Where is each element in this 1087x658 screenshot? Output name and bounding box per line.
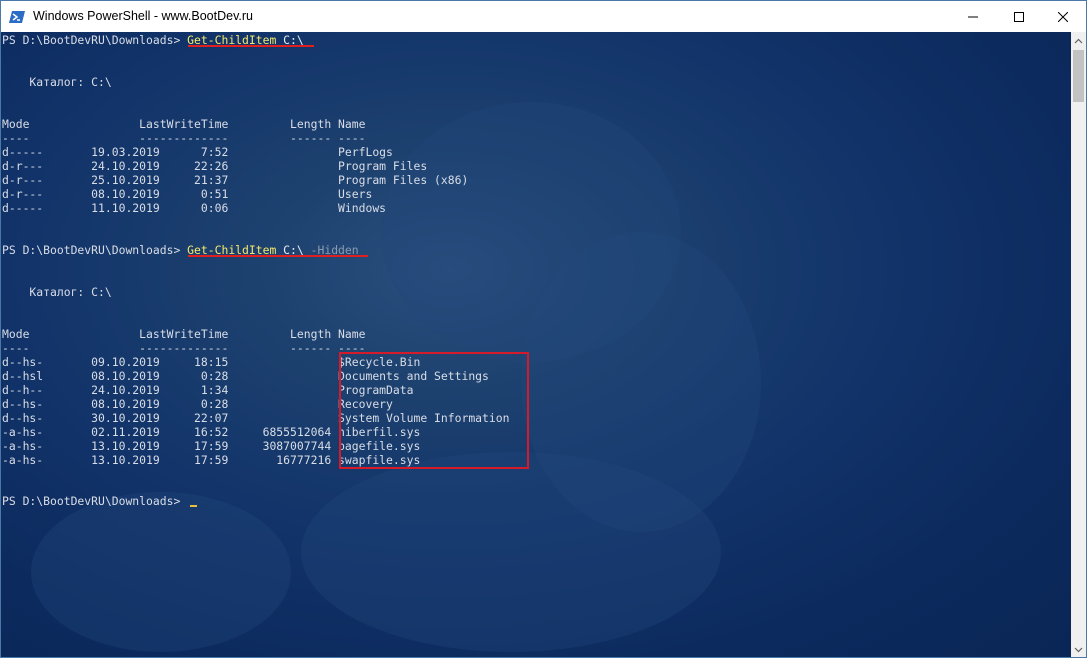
table-row: d-r--- 24.10.2019 22:26 Program Files (2, 159, 428, 173)
scroll-up-button[interactable] (1071, 32, 1086, 49)
background-rock (301, 452, 721, 652)
table-row: d----- 11.10.2019 0:06 Windows (2, 201, 387, 215)
minimize-button[interactable] (950, 1, 996, 32)
powershell-icon (9, 11, 25, 23)
window-title: Windows PowerShell - www.BootDev.ru (33, 9, 253, 23)
close-icon (1058, 11, 1068, 22)
scroll-down-button[interactable] (1071, 641, 1086, 657)
prompt-line-3: PS D:\BootDevRU\Downloads> (2, 494, 188, 508)
maximize-icon (1014, 11, 1024, 22)
text-cursor (190, 505, 197, 507)
close-button[interactable] (1040, 1, 1086, 32)
vertical-scrollbar[interactable] (1071, 32, 1086, 657)
chevron-up-icon (1074, 38, 1083, 43)
prompt-text: PS D:\BootDevRU\Downloads> (2, 33, 188, 47)
prompt-text: PS D:\BootDevRU\Downloads> (2, 243, 188, 257)
table-header: Mode LastWriteTime Length Name (2, 117, 366, 131)
directory-label: Каталог: C:\ (2, 285, 112, 299)
hidden-files-highlight (339, 352, 529, 469)
chevron-down-icon (1074, 647, 1083, 652)
minimize-icon (968, 16, 978, 17)
table-row: d--hs- 08.10.2019 0:28 Recovery (2, 397, 393, 411)
table-row: d-r--- 08.10.2019 0:51 Users (2, 187, 373, 201)
table-row: d----- 19.03.2019 7:52 PerfLogs (2, 145, 393, 159)
console-area[interactable]: PS D:\BootDevRU\Downloads> Get-ChildItem… (1, 32, 1071, 657)
table-separator: ---- ------------- ------ ---- (2, 131, 366, 145)
title-bar[interactable]: Windows PowerShell - www.BootDev.ru (1, 1, 1086, 32)
command-underline (188, 255, 368, 257)
directory-label: Каталог: C:\ (2, 75, 112, 89)
command-underline (188, 45, 314, 47)
table-header: Mode LastWriteTime Length Name (2, 327, 366, 341)
scroll-thumb[interactable] (1073, 50, 1084, 102)
table-row: d-r--- 25.10.2019 21:37 Program Files (x… (2, 173, 469, 187)
maximize-button[interactable] (996, 1, 1042, 32)
table-separator: ---- ------------- ------ ---- (2, 341, 366, 355)
powershell-window: Windows PowerShell - www.BootDev.ru PS D… (0, 0, 1087, 658)
background-rock (31, 492, 291, 652)
